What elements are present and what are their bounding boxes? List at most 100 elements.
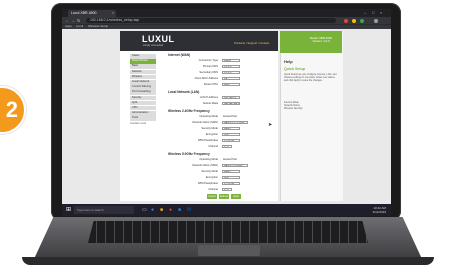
browser-tab[interactable]: Luxul XBR-4500 × bbox=[68, 10, 116, 17]
browser-tab-title: Luxul XBR-4500 bbox=[71, 11, 97, 15]
windows-start-icon[interactable]: ⊞ bbox=[66, 206, 71, 214]
edge-icon[interactable]: ● bbox=[151, 207, 154, 213]
tab-close-icon[interactable]: × bbox=[112, 10, 114, 17]
form-row: Encryption AES bbox=[160, 132, 280, 137]
sidebar-item-setup-wizard[interactable]: Setup Wizard bbox=[130, 59, 156, 64]
security-mode-5-select[interactable]: WPA2 bbox=[222, 169, 240, 174]
subnet-mask-input[interactable]: 255.255.255.0 bbox=[222, 101, 240, 106]
form-row: Connection Type DHCP bbox=[160, 58, 280, 63]
extension-icon[interactable] bbox=[360, 18, 364, 23]
url-field[interactable]: 192.168.0.1/wireless_setup.asp bbox=[86, 18, 336, 23]
forward-icon[interactable]: → bbox=[71, 17, 75, 24]
version-line: Version: 1.0.0 bbox=[312, 39, 330, 44]
header-links[interactable]: Products / Support / Contact bbox=[234, 41, 269, 45]
wpa-passphrase-5-input[interactable]: luxul1234 bbox=[222, 181, 240, 186]
wpa-passphrase-24-input[interactable]: luxul1234 bbox=[222, 138, 240, 143]
lan-ip-input[interactable]: 192.168.0.1 bbox=[222, 95, 240, 100]
profile-avatar-icon[interactable] bbox=[374, 18, 378, 23]
operating-mode-24-label: Operating Mode bbox=[199, 115, 218, 118]
system-tray[interactable]: 10:42 AM 3/14/2019 bbox=[326, 206, 386, 214]
mouse-cursor-icon: ➤ bbox=[268, 122, 273, 128]
subnet-mask-label: Subnet Mask bbox=[202, 102, 218, 105]
channel-24-label: Channel bbox=[208, 145, 218, 148]
sidebar-item-status[interactable]: Status bbox=[130, 54, 156, 59]
extension-icon[interactable] bbox=[352, 18, 356, 23]
file-explorer-icon[interactable]: ■ bbox=[160, 207, 163, 213]
sidebar-item-security[interactable]: Security bbox=[130, 95, 156, 101]
encryption-5-select[interactable]: AES bbox=[222, 175, 240, 180]
secondary-dns-input[interactable]: 0.0.0.0 bbox=[222, 70, 240, 75]
form-row: Primary DNS 0.0.0.0 bbox=[160, 64, 280, 69]
router-mtu-input[interactable]: 1500 bbox=[222, 82, 240, 87]
form-row: Operating Mode Access Point bbox=[160, 157, 280, 162]
operating-mode-24-value: Access Point bbox=[223, 114, 237, 118]
security-mode-5-label: Security Mode bbox=[201, 170, 218, 173]
sidebar-item-qos[interactable]: QoS bbox=[130, 100, 156, 106]
form-row: Router MTU 1500 bbox=[160, 82, 280, 87]
form-row: Subnet Mask 255.255.255.0 bbox=[160, 101, 280, 106]
back-icon[interactable]: ← bbox=[65, 17, 69, 24]
help-panel bbox=[280, 31, 343, 201]
sidebar-item-port-forwarding[interactable]: Port Forwarding bbox=[130, 90, 156, 95]
ssid-24-label: Network Name (SSID) bbox=[192, 121, 218, 124]
cancel-button[interactable]: Cancel bbox=[207, 194, 217, 199]
laptop-screen: Luxul XBR-4500 × – □ × ← → ↻ 192.168.0.1… bbox=[62, 9, 391, 216]
refresh-button[interactable]: Refresh bbox=[219, 194, 229, 199]
help-title: Quick Setup bbox=[284, 67, 305, 71]
form-row: Security Mode WPA2 bbox=[160, 126, 280, 131]
mail-icon[interactable]: ✉ bbox=[187, 207, 191, 213]
primary-dns-input[interactable]: 0.0.0.0 bbox=[222, 64, 240, 69]
sidebar-item-content-filtering[interactable]: Content Filtering bbox=[130, 85, 156, 90]
channel-5-select[interactable]: Auto bbox=[222, 187, 232, 192]
clone-mac-input[interactable]: Off bbox=[222, 76, 240, 81]
sidebar-item-wireless[interactable]: Wireless bbox=[130, 74, 156, 80]
sidebar-item-basic[interactable]: Basic bbox=[130, 64, 156, 69]
wpa-passphrase-5-label: WPA Passphrase bbox=[198, 182, 218, 185]
form-row: WPA Passphrase luxul1234 bbox=[160, 138, 280, 143]
encryption-24-select[interactable]: AES bbox=[222, 132, 240, 137]
ssid-5-input[interactable]: XBR Setup 5GHz bbox=[222, 163, 248, 168]
lan-ip-label: LAN IP Address bbox=[199, 96, 218, 99]
section-title-internet: Internet (WAN) bbox=[168, 53, 191, 57]
contact-link[interactable]: Contact Luxul bbox=[130, 122, 146, 125]
extension-icon[interactable] bbox=[344, 18, 348, 23]
apply-button[interactable]: Apply bbox=[231, 194, 241, 199]
store-icon[interactable]: ■ bbox=[178, 207, 181, 213]
section-title-lan: Local Network (LAN) bbox=[168, 90, 200, 94]
help-list: Internet Mode Network Name Wireless Secu… bbox=[284, 101, 302, 110]
encryption-24-label: Encryption bbox=[205, 133, 218, 136]
sidebar-item-tools[interactable]: Tools bbox=[130, 116, 156, 121]
luxul-logo: LUXUL bbox=[142, 34, 175, 44]
sidebar-item-administration[interactable]: Administration bbox=[130, 111, 156, 116]
primary-dns-label: Primary DNS bbox=[202, 65, 218, 68]
wpa-passphrase-24-label: WPA Passphrase bbox=[198, 139, 218, 142]
operating-mode-5-label: Operating Mode bbox=[199, 158, 218, 161]
form-row: Channel Auto bbox=[160, 187, 280, 192]
connection-type-select[interactable]: DHCP bbox=[222, 58, 240, 63]
ssid-24-input[interactable]: XBR Setup 2.4GHz bbox=[222, 120, 248, 125]
minimize-icon[interactable]: – bbox=[364, 9, 366, 17]
window-close-icon[interactable]: × bbox=[380, 9, 382, 17]
connection-type-label: Connection Type bbox=[198, 59, 218, 62]
maximize-icon[interactable]: □ bbox=[372, 9, 374, 17]
router-mtu-label: Router MTU bbox=[203, 83, 218, 86]
form-row: Security Mode WPA2 bbox=[160, 169, 280, 174]
security-mode-24-select[interactable]: WPA2 bbox=[222, 126, 240, 131]
reload-icon[interactable]: ↻ bbox=[77, 17, 80, 24]
form-row: Secondary DNS 0.0.0.0 bbox=[160, 70, 280, 75]
help-list-item: Wireless Security bbox=[284, 107, 303, 111]
sidebar-item-network[interactable]: Network bbox=[130, 69, 156, 75]
taskbar-search[interactable]: Type here to search bbox=[74, 206, 134, 214]
chrome-icon[interactable]: ● bbox=[169, 207, 172, 213]
laptop-front-edge bbox=[22, 257, 434, 265]
step-number-badge: 2 bbox=[0, 86, 26, 134]
section-title-wireless-5: Wireless 5.0GHz Frequency bbox=[168, 152, 210, 156]
form-row: WPA Passphrase luxul1234 bbox=[160, 181, 280, 186]
task-view-icon[interactable]: ▭ bbox=[142, 207, 147, 213]
sidebar-item-guest-network[interactable]: Guest Network bbox=[130, 79, 156, 85]
channel-24-select[interactable]: Auto bbox=[222, 144, 232, 149]
form-row: Operating Mode Access Point bbox=[160, 114, 280, 119]
model-info: Model: XBR-4500 Version: 1.0.0 bbox=[306, 36, 336, 44]
section-title-wireless-24: Wireless 2.4GHz Frequency bbox=[168, 109, 210, 113]
sidebar-item-vpn[interactable]: VPN bbox=[130, 105, 156, 111]
